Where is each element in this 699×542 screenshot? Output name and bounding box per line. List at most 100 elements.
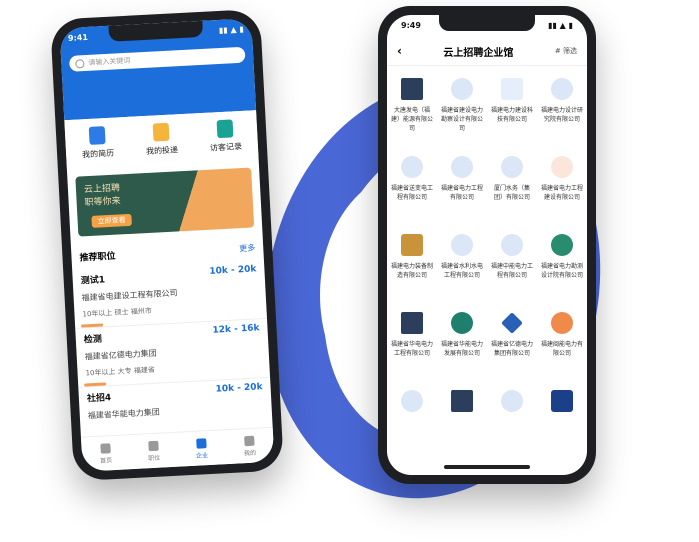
company-card[interactable]: 福建电力建设科技有限公司 <box>487 66 537 144</box>
hot-tag <box>84 382 107 387</box>
round-logo-icon <box>451 312 473 334</box>
company-card[interactable]: 福建电力装备制造有限公司 <box>387 222 437 300</box>
quick-action-visitor[interactable]: 访客记录 <box>209 119 243 154</box>
job-card[interactable]: 社招4 10k - 20k 福建省华能电力集团 <box>78 378 272 430</box>
search-placeholder: 请输入关键词 <box>88 56 131 67</box>
company-icon <box>196 437 207 449</box>
job-meta: 10年以上 大专 福建省 <box>85 365 156 378</box>
person-icon <box>451 156 473 178</box>
company-card[interactable]: 福建省亿德电力集团有限公司 <box>487 300 537 378</box>
company-name: 福建省水利水电工程有限公司 <box>440 263 483 279</box>
company-card[interactable]: 福建中能电力工程有限公司 <box>487 222 537 300</box>
gear-logo-icon <box>551 234 573 256</box>
person-icon <box>501 156 523 178</box>
company-name: 福建省华电电力工程有限公司 <box>390 341 433 357</box>
company-card[interactable]: 福建省华能电力发展有限公司 <box>437 300 487 378</box>
status-time: 9:49 <box>401 21 421 30</box>
job-title: 社招4 <box>86 393 112 405</box>
search-icon <box>75 58 85 69</box>
company-card[interactable]: 福建省电力勘测设计院有限公司 <box>537 222 587 300</box>
company-name: 福建省电力工程建设有限公司 <box>540 185 583 201</box>
company-name: 福建省电力工程有限公司 <box>440 185 483 201</box>
delivery-icon <box>152 122 170 142</box>
profile-icon <box>244 435 255 446</box>
company-card[interactable]: 福建电力设计研究院有限公司 <box>537 66 587 144</box>
square-logo-icon <box>401 312 423 334</box>
home-indicator <box>444 465 530 469</box>
company-name: 福建省亿德电力集团有限公司 <box>490 341 533 357</box>
company-card[interactable]: 厦门水务（集团）有限公司 <box>487 144 537 222</box>
job-company: 福建省亿德电力集团 <box>84 348 157 362</box>
tab-bar: 首页 职位 企业 我的 <box>80 426 275 472</box>
company-card[interactable]: 大唐发电（福建）能源有限公司 <box>387 66 437 144</box>
nav-actions[interactable]: # 筛选 <box>555 46 577 56</box>
company-card[interactable] <box>537 378 587 456</box>
quick-action-resume[interactable]: 我的简历 <box>81 126 115 161</box>
company-name: 福建省华能电力发展有限公司 <box>440 341 483 357</box>
company-card[interactable]: 福建省电力工程有限公司 <box>437 144 487 222</box>
company-name: 福建闽能电力有限公司 <box>540 341 583 357</box>
tab-label: 企业 <box>195 451 209 460</box>
tab-profile[interactable]: 我的 <box>243 435 256 457</box>
home-icon <box>100 442 111 454</box>
tab-label: 我的 <box>243 449 257 457</box>
quick-action-label: 访客记录 <box>209 141 243 153</box>
tab-company[interactable]: 企业 <box>195 437 209 460</box>
person-icon <box>401 156 423 178</box>
banner-button[interactable]: 立即查看 <box>91 213 132 228</box>
company-card[interactable]: 福建省华电电力工程有限公司 <box>387 300 437 378</box>
tab-jobs[interactable]: 职位 <box>147 440 160 462</box>
company-name: 福建省送变电工程有限公司 <box>390 185 433 201</box>
status-icons: ▮▮ ▲ ▮ <box>548 21 573 30</box>
tab-home[interactable]: 首页 <box>99 442 112 464</box>
company-name: 大唐发电（福建）能源有限公司 <box>390 107 433 132</box>
job-card[interactable]: 测试1 10k - 20k 福建省电建设工程有限公司 10年以上 硕士 福州市 <box>72 259 268 329</box>
company-card[interactable]: 福建省建设电力勘察设计有限公司 <box>437 66 487 144</box>
company-card[interactable] <box>387 378 437 456</box>
company-card[interactable] <box>437 378 487 456</box>
section-title: 推荐职位 <box>79 251 116 264</box>
page-title: 云上招聘企业馆 <box>443 47 514 59</box>
company-name: 福建电力装备制造有限公司 <box>390 263 433 279</box>
hot-tag <box>81 323 104 328</box>
quick-action-delivery[interactable]: 我的投递 <box>145 122 179 157</box>
job-salary: 12k - 16k <box>212 323 260 336</box>
search-input[interactable]: 请输入关键词 <box>68 46 246 72</box>
status-time: 9:41 <box>67 32 89 43</box>
orange-logo-icon <box>551 312 573 334</box>
back-icon[interactable]: ‹ <box>397 44 402 58</box>
job-salary: 10k - 20k <box>215 382 263 395</box>
person-icon <box>401 390 423 412</box>
company-name: 福建中能电力工程有限公司 <box>490 263 533 279</box>
company-card[interactable]: 福建省水利水电工程有限公司 <box>437 222 487 300</box>
company-card[interactable] <box>487 378 537 456</box>
company-card[interactable]: 福建省电力工程建设有限公司 <box>537 144 587 222</box>
job-salary: 10k - 20k <box>209 264 257 277</box>
company-name: 福建省电力勘测设计院有限公司 <box>540 263 583 279</box>
star-logo-icon <box>501 312 523 334</box>
job-icon <box>148 440 159 451</box>
square-logo-icon <box>451 390 473 412</box>
company-name: 厦门水务（集团）有限公司 <box>493 185 530 201</box>
square-logo-icon <box>401 78 423 100</box>
promo-banner[interactable]: 云上招聘 职等你来 立即查看 <box>75 167 255 237</box>
notch <box>439 15 535 31</box>
quick-actions: 我的简历 我的投递 访客记录 <box>64 110 259 170</box>
phone-left: 9:41 ▮▮ ▲ ▮ 请输入关键词 我的简历 我的投递 访客记录 云上招聘 职… <box>50 8 284 482</box>
company-name: 福建电力建设科技有限公司 <box>490 107 533 123</box>
person-icon <box>551 78 573 100</box>
roof-logo-icon <box>401 234 423 256</box>
visitor-icon <box>216 119 234 139</box>
quick-action-label: 我的投递 <box>145 145 179 156</box>
company-grid: 大唐发电（福建）能源有限公司 福建省建设电力勘察设计有限公司 福建电力建设科技有限公… <box>387 65 587 456</box>
job-title: 检测 <box>83 334 103 346</box>
more-link[interactable]: 更多 <box>239 242 256 254</box>
company-name: 福建省建设电力勘察设计有限公司 <box>440 107 483 132</box>
person-icon <box>451 234 473 256</box>
company-card[interactable]: 福建闽能电力有限公司 <box>537 300 587 378</box>
left-screen: 9:41 ▮▮ ▲ ▮ 请输入关键词 我的简历 我的投递 访客记录 云上招聘 职… <box>59 18 275 472</box>
text-logo-icon <box>551 390 573 412</box>
infinity-logo-icon <box>501 78 523 100</box>
job-card[interactable]: 检测 12k - 16k 福建省亿德电力集团 10年以上 大专 福建省 <box>75 318 271 388</box>
company-card[interactable]: 福建省送变电工程有限公司 <box>387 144 437 222</box>
